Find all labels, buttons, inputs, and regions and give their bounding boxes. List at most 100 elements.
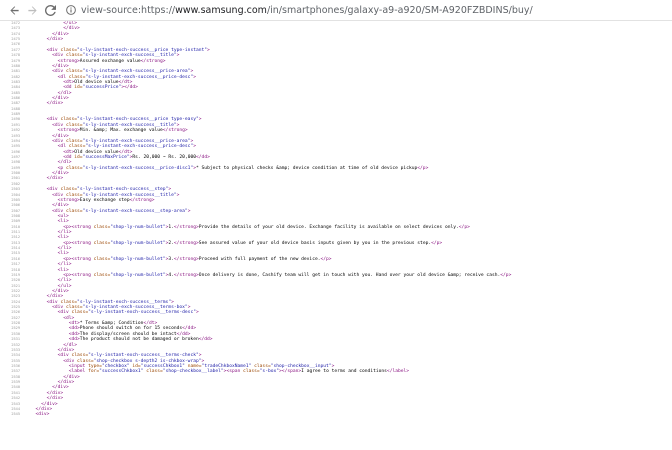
forward-arrow-icon bbox=[27, 5, 37, 15]
url-scheme: view-source:https:// bbox=[81, 4, 176, 16]
code-token: <div bbox=[30, 208, 66, 214]
code-token: "s-ly-instant-exch-success__price type-e… bbox=[77, 117, 199, 123]
code-token: class= bbox=[71, 310, 89, 316]
code-token: class= bbox=[65, 208, 83, 214]
code-token: </dd> bbox=[182, 326, 196, 332]
code-token: for= bbox=[88, 369, 100, 375]
code-token: </div> bbox=[30, 385, 69, 391]
code-token: <p><strong bbox=[30, 224, 94, 230]
code-token: "s-ly-instant-exch-success__title" bbox=[82, 192, 177, 198]
code-token: <strong> bbox=[30, 58, 80, 64]
code-token: "s-ly-instant-exch-success__price-desc" bbox=[85, 144, 194, 150]
code-token: class= bbox=[68, 144, 86, 150]
code-token: <dd bbox=[30, 85, 75, 91]
line-number: 2545 bbox=[11, 412, 20, 417]
code-token: Once delivery is done, Cashify team will… bbox=[198, 272, 501, 278]
code-token: Min. &amp; Max. exchange value bbox=[79, 128, 163, 134]
code-token: > bbox=[198, 117, 202, 123]
code-token: <div bbox=[30, 299, 61, 305]
code-token: Old device value bbox=[74, 149, 119, 155]
code-token: </div> bbox=[30, 133, 69, 139]
code-token: The product should not be damaged or bro… bbox=[79, 337, 199, 343]
code-token: class= bbox=[68, 74, 86, 80]
code-token: > bbox=[195, 310, 199, 316]
code-token: "s-ly-instant-exch-success__price-desc" bbox=[85, 74, 194, 80]
code-token: ><span bbox=[223, 369, 244, 375]
address-bar[interactable]: view-source:https://www.samsung.com/in/s… bbox=[66, 2, 666, 18]
code-token: </strong> bbox=[162, 128, 188, 134]
code-token: <div bbox=[30, 53, 66, 59]
back-arrow-icon bbox=[9, 5, 19, 15]
code-token: class= bbox=[60, 117, 78, 123]
code-token: class= bbox=[60, 299, 78, 305]
code-token: "s-box" bbox=[259, 369, 280, 375]
code-token: <strong> bbox=[30, 128, 80, 134]
source-line: 2545 <div> bbox=[0, 412, 672, 417]
code-token: class= bbox=[93, 272, 111, 278]
code-token: > bbox=[193, 144, 196, 150]
url-host: www.samsung.com bbox=[175, 4, 267, 16]
code-token: "s-ly-instant-exch-success__step" bbox=[77, 187, 169, 193]
code-token: Provide the details of your old device. … bbox=[198, 224, 459, 230]
code-token: "s-ly-instant-exch-success__terms-check" bbox=[88, 353, 199, 359]
code-token: "shop-ly-num-bullet" bbox=[110, 224, 166, 230]
code-token: <li> bbox=[30, 251, 69, 257]
code-token: <dd> bbox=[30, 326, 80, 332]
back-button[interactable] bbox=[6, 2, 22, 18]
code-token: </div> bbox=[30, 101, 64, 107]
code-token: <dt> bbox=[30, 149, 75, 155]
code-token: </div> bbox=[30, 396, 64, 402]
code-token: </dt> bbox=[118, 149, 133, 155]
code-token: </strong> bbox=[173, 256, 199, 262]
code-token: </div> bbox=[30, 176, 64, 182]
code-token: </div> bbox=[30, 203, 69, 209]
forward-button[interactable] bbox=[24, 2, 40, 18]
source-view[interactable]: 2472 </ul> 2473 </div> 2474 </div> 2475 </d… bbox=[0, 21, 672, 450]
reload-icon bbox=[44, 4, 56, 16]
code-token: I agree to terms and conditions bbox=[301, 369, 387, 375]
code-token: > bbox=[168, 187, 172, 193]
code-token: "s-ly-instant-exch-success__step-area" bbox=[82, 208, 188, 214]
code-token: > bbox=[193, 74, 196, 80]
code-token: </dd> bbox=[196, 154, 210, 160]
code-token: class= bbox=[71, 353, 89, 359]
code-token: "shop-checkbox__label" bbox=[162, 369, 224, 375]
code-token: > bbox=[176, 53, 180, 59]
code-token: </div> bbox=[30, 26, 80, 32]
code-token: </label> bbox=[386, 369, 410, 375]
reload-button[interactable] bbox=[42, 2, 58, 18]
code-token: <div bbox=[30, 310, 72, 316]
code-token: <dl bbox=[30, 74, 69, 80]
code-token: ></span> bbox=[279, 369, 302, 375]
code-token: "successChkbox1" bbox=[99, 369, 147, 375]
code-token: <div bbox=[30, 187, 61, 193]
code-token: > bbox=[176, 192, 180, 198]
code-token: </p> bbox=[500, 272, 512, 278]
code-token: class= bbox=[93, 240, 111, 246]
code-token: <li> bbox=[30, 267, 69, 273]
line-code: <div> bbox=[30, 412, 50, 417]
code-token: <label bbox=[30, 369, 89, 375]
code-token: Easy exchange step bbox=[79, 197, 130, 203]
code-token: class= bbox=[65, 69, 83, 75]
code-token: </dl> bbox=[30, 90, 72, 96]
code-token: </li> bbox=[30, 262, 72, 268]
code-token: </dl> bbox=[30, 160, 72, 166]
code-token: "shop-ly-num-bullet" bbox=[110, 272, 166, 278]
code-token: </div> bbox=[30, 37, 64, 43]
code-token: Phone should switch on for 15 seconds bbox=[79, 326, 183, 332]
code-token: "s-ly-instant-exch-success__terms" bbox=[77, 299, 172, 305]
code-token: </div> bbox=[30, 31, 69, 37]
code-token: "shop-ly-num-bullet" bbox=[110, 240, 166, 246]
code-token: "successMaxPrice" bbox=[82, 154, 130, 160]
code-token: </ul> bbox=[30, 283, 72, 289]
code-token: "s-ly-instant-exch-success__title" bbox=[82, 53, 177, 59]
info-icon[interactable] bbox=[66, 5, 76, 15]
code-token: <div bbox=[30, 117, 61, 123]
code-token: <p><strong bbox=[30, 240, 94, 246]
code-token: class= bbox=[65, 192, 83, 198]
browser-toolbar: view-source:https://www.samsung.com/in/s… bbox=[0, 0, 672, 21]
code-token: <dd> bbox=[30, 337, 80, 343]
code-token: > bbox=[201, 358, 205, 364]
code-token: <div bbox=[30, 69, 66, 75]
